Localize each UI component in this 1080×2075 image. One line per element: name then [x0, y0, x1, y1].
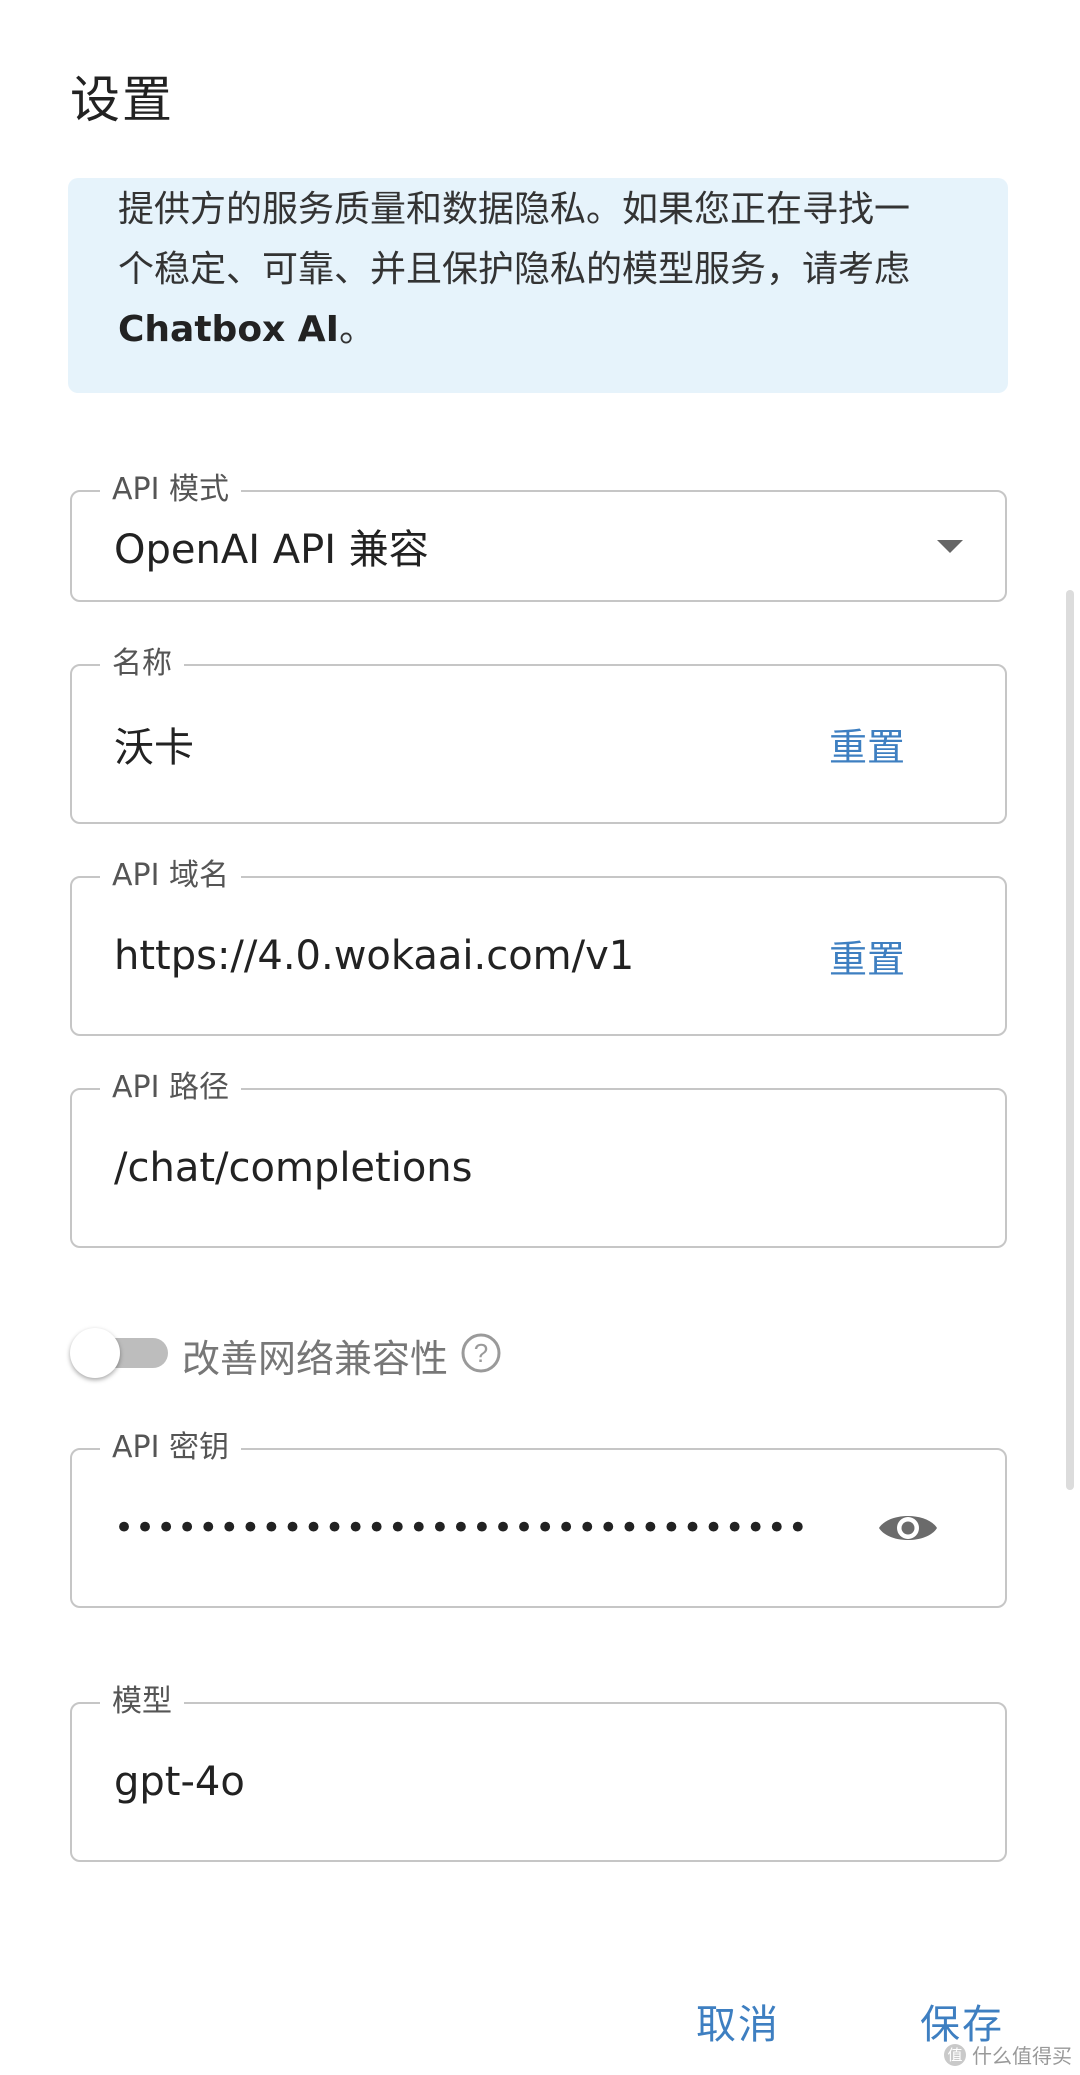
api-host-reset-button[interactable]: 重置: [829, 929, 905, 984]
network-compat-label: 改善网络兼容性: [182, 1337, 449, 1381]
notice-line-3: Chatbox AI。: [118, 300, 998, 360]
api-path-value[interactable]: /chat/completions: [114, 1145, 473, 1191]
notice-clipped-line: [118, 178, 998, 180]
model-label: 模型: [100, 1682, 184, 1722]
model-value[interactable]: gpt-4o: [114, 1759, 245, 1805]
toggle-knob[interactable]: [70, 1328, 120, 1378]
dialog-title: 设置: [70, 71, 174, 129]
api-host-field[interactable]: API 域名 https://4.0.wokaai.com/v1 重置: [70, 856, 1007, 1036]
svg-text:?: ?: [474, 1338, 488, 1368]
scrollbar[interactable]: [1066, 590, 1074, 1490]
notice-brand: Chatbox AI: [118, 309, 340, 350]
info-notice: 提供方的服务质量和数据隐私。如果您正在寻找一 个稳定、可靠、并且保护隐私的模型服…: [68, 178, 1008, 393]
notice-brand-suffix: 。: [339, 309, 376, 350]
notice-text: 提供方的服务质量和数据隐私。如果您正在寻找一 个稳定、可靠、并且保护隐私的模型服…: [118, 178, 998, 360]
network-compat-toggle-row: 改善网络兼容性 ?: [70, 1320, 670, 1381]
question-circle-icon[interactable]: ?: [460, 1332, 502, 1374]
watermark: 值 什么值得买: [944, 2040, 1072, 2069]
name-field[interactable]: 名称 沃卡 重置: [70, 644, 1007, 824]
cancel-button[interactable]: 取消: [696, 1992, 780, 2050]
api-path-label: API 路径: [100, 1068, 241, 1108]
eye-icon[interactable]: [877, 1508, 939, 1548]
notice-line-2: 个稳定、可靠、并且保护隐私的模型服务，请考虑: [118, 249, 911, 290]
name-label: 名称: [100, 644, 184, 684]
name-reset-button[interactable]: 重置: [829, 717, 905, 772]
api-host-value[interactable]: https://4.0.wokaai.com/v1: [114, 933, 634, 979]
api-mode-label: API 模式: [100, 470, 241, 510]
api-key-label: API 密钥: [100, 1428, 241, 1468]
model-field[interactable]: 模型 gpt-4o: [70, 1682, 1007, 1862]
dropdown-arrow-icon[interactable]: [937, 540, 963, 553]
watermark-logo: 值: [944, 2043, 966, 2066]
notice-line-1: 提供方的服务质量和数据隐私。如果您正在寻找一: [118, 189, 911, 230]
api-host-label: API 域名: [100, 856, 241, 896]
watermark-text: 什么值得买: [972, 2044, 1072, 2068]
api-key-field[interactable]: API 密钥 •••••••••••••••••••••••••••••••••: [70, 1428, 1007, 1608]
api-mode-select[interactable]: API 模式 OpenAI API 兼容: [70, 470, 1007, 602]
api-mode-value: OpenAI API 兼容: [114, 527, 429, 573]
name-value[interactable]: 沃卡: [114, 715, 194, 773]
api-key-masked-value[interactable]: •••••••••••••••••••••••••••••••••: [114, 1508, 832, 1548]
api-path-field[interactable]: API 路径 /chat/completions: [70, 1068, 1007, 1248]
